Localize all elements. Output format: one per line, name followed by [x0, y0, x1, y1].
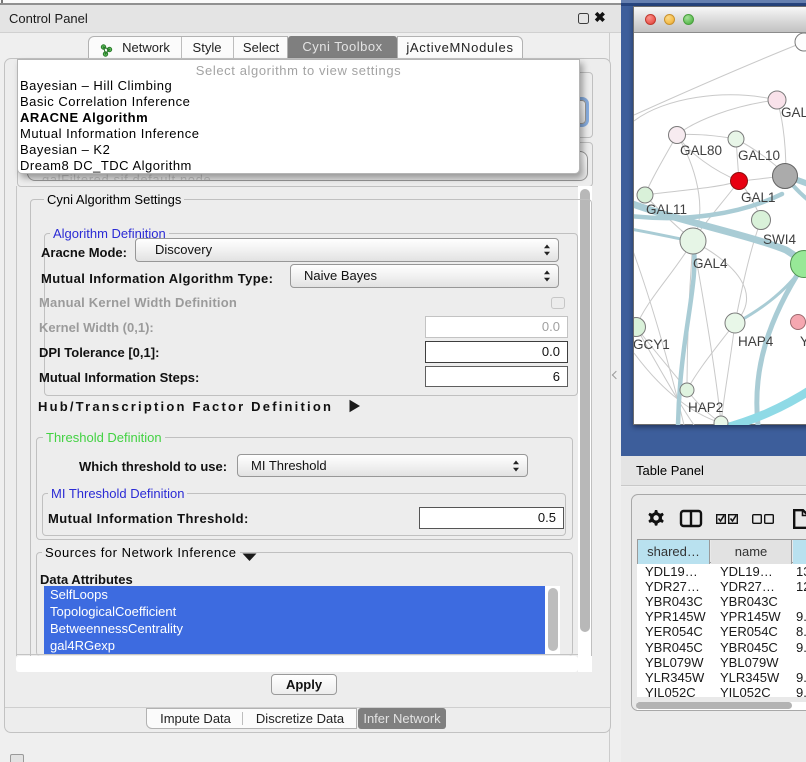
svg-text:GAL80: GAL80 [680, 143, 722, 158]
svg-text:GAL7: GAL7 [781, 105, 806, 120]
svg-text:GCY1: GCY1 [634, 337, 670, 352]
svg-text:HAP2: HAP2 [688, 400, 723, 415]
svg-text:HAP4: HAP4 [738, 334, 774, 349]
svg-text:GAL1: GAL1 [741, 190, 776, 205]
svg-text:SWI4: SWI4 [763, 232, 796, 247]
svg-text:GAL11: GAL11 [646, 202, 687, 217]
svg-text:GAL10: GAL10 [738, 148, 780, 163]
svg-text:GAL4: GAL4 [693, 256, 728, 271]
svg-text:Y: Y [800, 334, 806, 349]
